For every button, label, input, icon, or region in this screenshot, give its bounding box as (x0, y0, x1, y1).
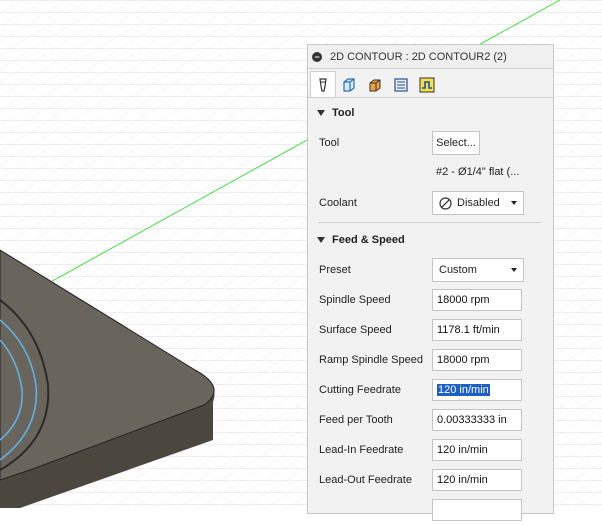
coolant-select[interactable]: Disabled (432, 191, 524, 215)
linking-icon (419, 77, 435, 92)
expand-triangle-icon (317, 110, 325, 116)
dropdown-caret-icon (511, 201, 517, 205)
tool-label: Tool (319, 137, 340, 149)
preset-row: Preset Custom (308, 255, 553, 285)
selected-text: 120 in/min (437, 384, 490, 396)
next-field[interactable] (432, 499, 522, 521)
tab-tool[interactable] (310, 71, 336, 97)
tab-linking[interactable] (414, 71, 440, 97)
tab-passes[interactable] (388, 71, 414, 97)
dropdown-caret-icon (511, 268, 517, 272)
collapse-icon[interactable]: − (312, 51, 322, 62)
section-divider (318, 222, 541, 223)
cutting-feedrate-field[interactable]: 120 in/min (432, 379, 522, 401)
spindle-speed-label: Spindle Speed (319, 294, 391, 306)
operation-dialog: − 2D CONTOUR : 2D CONTOUR2 (2) Tool Tool… (307, 44, 554, 521)
tool-icon (319, 77, 327, 92)
tool-description-row: #2 - Ø1/4" flat (... (308, 158, 553, 188)
tool-description: #2 - Ø1/4" flat (... (436, 166, 520, 178)
tab-heights[interactable] (362, 71, 388, 97)
preset-value: Custom (439, 264, 477, 276)
expand-triangle-icon (317, 237, 325, 243)
spindle-speed-field[interactable]: 18000 rpm (432, 289, 522, 311)
section-title: Tool (332, 107, 355, 119)
lead-out-feedrate-label: Lead-Out Feedrate (319, 474, 412, 486)
cutting-feedrate-label: Cutting Feedrate (319, 384, 401, 396)
feed-per-tooth-label: Feed per Tooth (319, 414, 393, 426)
preset-label: Preset (319, 264, 351, 276)
lead-out-feedrate-field[interactable]: 120 in/min (432, 469, 522, 491)
spindle-speed-row: Spindle Speed 18000 rpm (308, 285, 553, 315)
tab-geometry[interactable] (336, 71, 362, 97)
dialog-title: 2D CONTOUR : 2D CONTOUR2 (2) (330, 50, 507, 63)
coolant-label: Coolant (319, 197, 357, 209)
lead-out-feedrate-row: Lead-Out Feedrate 120 in/min (308, 465, 553, 495)
cutting-feedrate-row: Cutting Feedrate 120 in/min (308, 375, 553, 405)
ramp-spindle-speed-row: Ramp Spindle Speed 18000 rpm (308, 345, 553, 375)
surface-speed-row: Surface Speed 1178.1 ft/min (308, 315, 553, 345)
ramp-spindle-speed-label: Ramp Spindle Speed (319, 354, 423, 366)
lead-in-feedrate-field[interactable]: 120 in/min (432, 439, 522, 461)
feed-per-tooth-row: Feed per Tooth 0.00333333 in (308, 405, 553, 435)
heights-icon (369, 79, 381, 91)
geometry-icon (343, 77, 355, 92)
feed-section-header[interactable]: Feed & Speed (308, 225, 553, 255)
tool-section-header[interactable]: Tool (308, 98, 553, 128)
lead-in-feedrate-label: Lead-In Feedrate (319, 444, 404, 456)
section-title: Feed & Speed (332, 234, 405, 246)
ramp-spindle-speed-field[interactable]: 18000 rpm (432, 349, 522, 371)
dialog-tabs (308, 69, 553, 98)
next-row (308, 495, 553, 525)
preset-select[interactable]: Custom (432, 258, 524, 282)
surface-speed-label: Surface Speed (319, 324, 392, 336)
dialog-title-bar[interactable]: − 2D CONTOUR : 2D CONTOUR2 (2) (308, 45, 553, 69)
feed-per-tooth-field[interactable]: 0.00333333 in (432, 409, 522, 431)
select-tool-button[interactable]: Select... (432, 131, 480, 155)
tool-row: Tool Select... (308, 128, 553, 158)
lead-in-feedrate-row: Lead-In Feedrate 120 in/min (308, 435, 553, 465)
disabled-icon (439, 196, 452, 210)
passes-icon (394, 77, 408, 92)
coolant-value: Disabled (457, 197, 500, 209)
coolant-row: Coolant Disabled (308, 188, 553, 218)
surface-speed-field[interactable]: 1178.1 ft/min (432, 319, 522, 341)
